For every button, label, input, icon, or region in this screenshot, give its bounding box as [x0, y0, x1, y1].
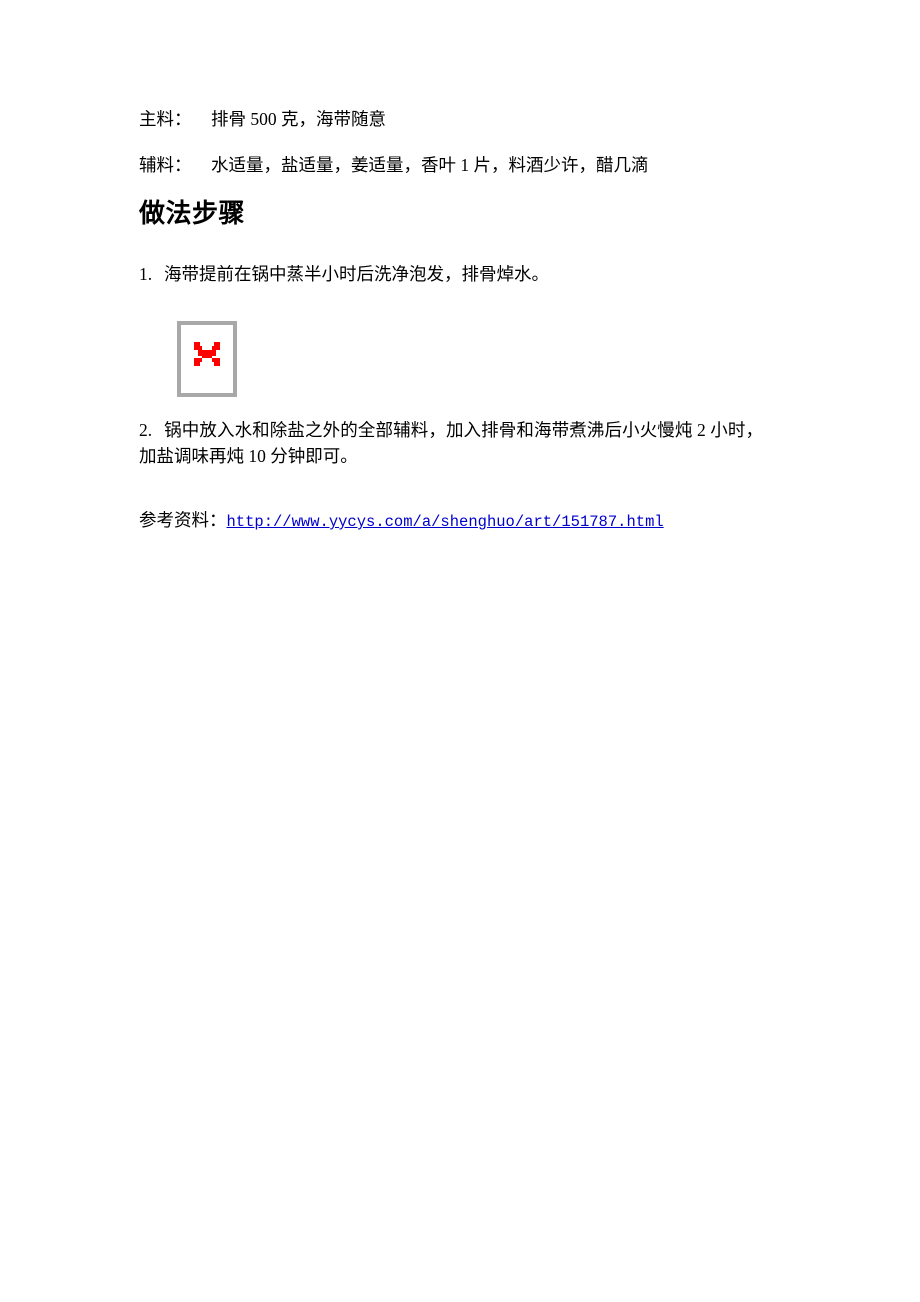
reference-link[interactable]: http://www.yycys.com/a/shenghuo/art/1517… [227, 513, 664, 531]
reference-label: 参考资料： [139, 510, 227, 530]
ingredient-row-main: 主料： 排骨 500 克，海带随意 [139, 106, 763, 132]
step-text-1: 海带提前在锅中蒸半小时后洗净泡发，排骨焯水。 [164, 264, 549, 284]
ingredient-label-main: 主料： [139, 109, 192, 129]
ingredient-label-aux: 辅料： [139, 155, 192, 175]
step-number-2: 2. [139, 420, 153, 440]
step-image-block [139, 321, 763, 417]
step-item-2: 2. 锅中放入水和除盐之外的全部辅料，加入排骨和海带煮沸后小火慢炖 2 小时，加盐… [139, 417, 763, 469]
ingredient-value-aux: 水适量，盐适量，姜适量，香叶 1 片，料酒少许，醋几滴 [211, 155, 649, 175]
broken-image-placeholder[interactable] [177, 321, 237, 397]
reference-row: 参考资料：http://www.yycys.com/a/shenghuo/art… [139, 507, 763, 535]
section-heading-steps: 做法步骤 [139, 199, 246, 229]
step-number-1: 1. [139, 264, 153, 284]
document-content: 主料： 排骨 500 克，海带随意 辅料： 水适量，盐适量，姜适量，香叶 1 片，料… [139, 106, 763, 535]
ingredient-row-aux: 辅料： 水适量，盐适量，姜适量，香叶 1 片，料酒少许，醋几滴 [139, 152, 763, 178]
ingredient-value-main: 排骨 500 克，海带随意 [211, 109, 386, 129]
broken-image-x-icon [194, 342, 220, 366]
step-item-1: 1. 海带提前在锅中蒸半小时后洗净泡发，排骨焯水。 [139, 261, 763, 287]
step-text-2: 锅中放入水和除盐之外的全部辅料，加入排骨和海带煮沸后小火慢炖 2 小时，加盐调味… [139, 420, 763, 466]
document-page: 主料： 排骨 500 克，海带随意 辅料： 水适量，盐适量，姜适量，香叶 1 片，料… [0, 0, 920, 1302]
